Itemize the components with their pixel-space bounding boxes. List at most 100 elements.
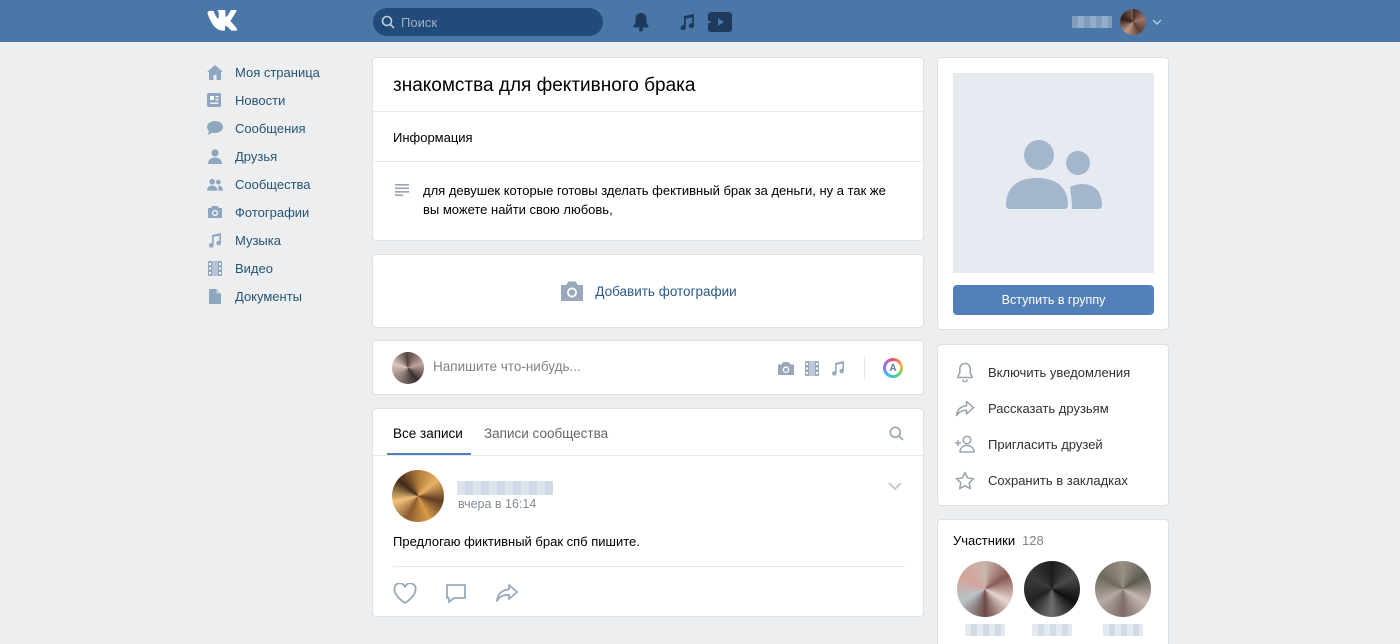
divider — [393, 566, 905, 567]
nav-label: Друзья — [235, 148, 278, 164]
bell-icon[interactable] — [630, 11, 652, 33]
nav-label: Моя страница — [235, 64, 320, 80]
messages-icon — [207, 120, 223, 136]
nav-item-photos[interactable]: Фотографии — [207, 198, 357, 226]
members-card: Участники 128 — [937, 519, 1169, 644]
tab-all-posts[interactable]: Все записи — [393, 426, 463, 441]
star-icon — [954, 470, 976, 490]
divider — [373, 161, 923, 162]
post-author-avatar[interactable] — [392, 470, 444, 522]
nav-label: Музыка — [235, 232, 281, 248]
nav-label: Фотографии — [235, 204, 310, 220]
nav-item-video[interactable]: Видео — [207, 254, 357, 282]
page-title: знакомства для фективного брака — [393, 75, 696, 96]
avatar — [1120, 9, 1146, 35]
like-icon[interactable] — [392, 581, 418, 605]
nav-item-communities[interactable]: Сообщества — [207, 170, 357, 198]
nav-label: Сообщества — [235, 176, 311, 192]
add-photos-button[interactable]: Добавить фотографии — [559, 280, 737, 302]
document-icon — [207, 288, 223, 304]
music-icon[interactable] — [829, 359, 847, 377]
add-photos-label: Добавить фотографии — [595, 283, 737, 299]
chevron-down-icon[interactable] — [887, 481, 903, 491]
save-bookmark-button[interactable]: Сохранить в закладках — [954, 470, 1128, 490]
group-actions-card: Включить уведомления Рассказать друзьям … — [937, 344, 1169, 506]
news-icon — [207, 92, 223, 108]
action-label: Сохранить в закладках — [988, 472, 1128, 488]
nav-item-news[interactable]: Новости — [207, 86, 357, 114]
member-avatar[interactable] — [957, 561, 1013, 617]
post-text: Предлогаю фиктивный брак спб пишите. — [393, 534, 640, 549]
search-input[interactable]: Поиск — [373, 8, 603, 36]
film-icon[interactable] — [803, 359, 821, 377]
members-title[interactable]: Участники — [953, 533, 1015, 548]
action-label: Пригласить друзей — [988, 436, 1103, 452]
nav-label: Сообщения — [235, 120, 306, 136]
enable-notifications-button[interactable]: Включить уведомления — [954, 362, 1130, 382]
description-icon — [395, 184, 409, 196]
join-group-button[interactable]: Вступить в группу — [953, 285, 1154, 315]
nav-label: Новости — [235, 92, 286, 108]
action-label: Рассказать друзьям — [988, 400, 1109, 416]
chevron-down-icon — [1152, 19, 1162, 25]
nav-label: Документы — [235, 288, 303, 304]
group-avatar-placeholder — [953, 73, 1154, 273]
vk-logo[interactable] — [207, 10, 241, 32]
new-post-box: Напишите что-нибудь... A — [372, 340, 924, 395]
groups-icon — [207, 176, 223, 192]
search-placeholder: Поиск — [401, 14, 438, 30]
member-avatar[interactable] — [1095, 561, 1151, 617]
avatar — [392, 352, 424, 384]
member-avatar[interactable] — [1024, 561, 1080, 617]
divider — [864, 357, 865, 379]
member-name[interactable] — [1103, 624, 1143, 636]
comment-icon[interactable] — [443, 581, 469, 605]
user-menu[interactable] — [1072, 9, 1162, 35]
music-icon — [207, 232, 223, 248]
search-icon[interactable] — [889, 426, 904, 441]
nav-item-friends[interactable]: Друзья — [207, 142, 357, 170]
group-description: для девушек которые готовы зделать фекти… — [423, 183, 886, 217]
add-photos-card: Добавить фотографии — [372, 254, 924, 328]
poster-icon[interactable]: A — [883, 358, 903, 378]
film-icon — [207, 260, 223, 276]
camera-icon — [207, 204, 223, 220]
post-input[interactable]: Напишите что-нибудь... — [433, 359, 581, 374]
invite-friends-button[interactable]: Пригласить друзей — [954, 434, 1103, 454]
post-author-name[interactable] — [457, 481, 553, 495]
community-icon — [1005, 140, 1102, 209]
camera-icon — [561, 281, 584, 301]
bell-icon — [954, 362, 976, 382]
action-label: Включить уведомления — [988, 364, 1131, 380]
group-avatar-card: Вступить в группу — [937, 57, 1169, 330]
members-count: 128 — [1022, 533, 1044, 548]
wall-card: Все записи Записи сообщества вчера в 16:… — [372, 408, 924, 617]
tell-friends-button[interactable]: Рассказать друзьям — [954, 398, 1109, 418]
nav-item-music[interactable]: Музыка — [207, 226, 357, 254]
top-bar: Поиск — [0, 0, 1400, 42]
wall-tabs: Все записи Записи сообщества — [373, 409, 923, 456]
member-name[interactable] — [1032, 624, 1072, 636]
active-tab-indicator — [387, 453, 471, 455]
search-icon — [381, 15, 395, 29]
nav-item-my-page[interactable]: Моя страница — [207, 58, 357, 86]
nav-label: Видео — [235, 260, 273, 276]
group-info-card: знакомства для фективного брака Информац… — [372, 57, 924, 241]
tab-community-posts[interactable]: Записи сообщества — [484, 426, 608, 441]
left-navigation: Моя страница Новости Сообщения Друзья Со… — [207, 58, 357, 310]
home-icon — [207, 64, 223, 80]
nav-item-messages[interactable]: Сообщения — [207, 114, 357, 142]
member-name[interactable] — [965, 624, 1005, 636]
add-user-icon — [954, 434, 976, 454]
camera-icon[interactable] — [777, 359, 795, 377]
music-icon[interactable] — [676, 11, 698, 33]
video-icon[interactable] — [708, 11, 732, 33]
post-date[interactable]: вчера в 16:14 — [458, 497, 536, 511]
nav-item-documents[interactable]: Документы — [207, 282, 357, 310]
friend-icon — [207, 148, 223, 164]
share-icon[interactable] — [494, 581, 520, 605]
divider — [373, 111, 923, 112]
info-heading: Информация — [393, 130, 473, 145]
attach-icons — [777, 359, 855, 377]
user-name-blurred — [1072, 16, 1112, 28]
